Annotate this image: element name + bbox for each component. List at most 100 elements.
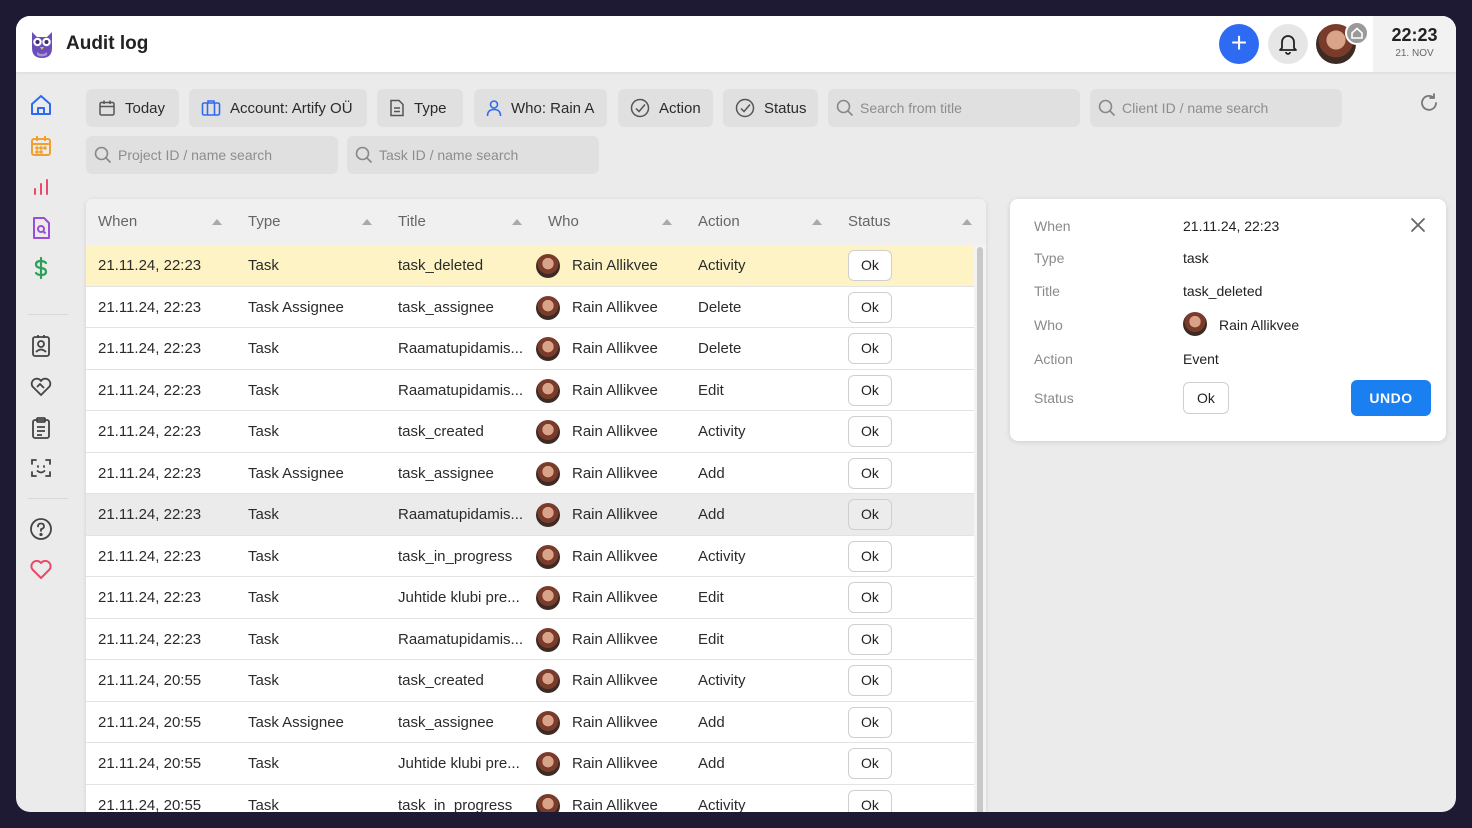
cell-who: Rain Allikvee [572, 630, 658, 648]
cell-title: Raamatupidamis... [398, 381, 524, 399]
status-badge[interactable]: Ok [848, 540, 892, 572]
avatar [536, 586, 560, 610]
status-badge[interactable]: Ok [848, 789, 892, 812]
project-search[interactable] [86, 136, 338, 174]
contact-card-icon[interactable] [28, 333, 54, 359]
title-search-input[interactable] [860, 100, 1060, 116]
filter-today[interactable]: Today [86, 89, 179, 127]
table-row[interactable]: 21.11.24, 20:55 Task Juhtide klubi pre... R… [86, 743, 974, 785]
status-badge[interactable]: Ok [848, 457, 892, 489]
cell-type: Task [248, 589, 279, 606]
table-scrollbar[interactable] [974, 245, 986, 812]
status-badge[interactable]: Ok [848, 748, 892, 779]
help-icon[interactable] [28, 516, 54, 542]
cell-who: Rain Allikvee [572, 257, 658, 274]
table-row[interactable]: 21.11.24, 22:23 Task Assignee task_assigne… [86, 286, 974, 328]
title-search[interactable] [828, 89, 1080, 127]
table-row[interactable]: 21.11.24, 22:23 Task Raamatupidamis... Rain… [86, 494, 974, 536]
status-badge[interactable]: Ok [848, 291, 892, 323]
dollar-icon[interactable] [28, 255, 54, 281]
refresh-icon[interactable] [1418, 92, 1440, 114]
cell-title: task_assignee [398, 464, 494, 482]
table-row[interactable]: 21.11.24, 22:23 Task task_created Rain Alli… [86, 411, 974, 453]
filter-who-label: Who: Rain A [511, 99, 595, 117]
handshake-heart-icon[interactable] [28, 374, 54, 400]
notifications-button[interactable] [1268, 24, 1308, 64]
task-search-input[interactable] [379, 147, 579, 163]
cell-title: task_in_progress [398, 796, 513, 813]
clipboard-list-icon[interactable] [28, 415, 54, 441]
column-header-action[interactable]: Action [698, 199, 836, 245]
cell-title: task_assignee [398, 298, 494, 316]
table-row[interactable]: 21.11.24, 22:23 Task Raamatupidamis... Rain… [86, 369, 974, 411]
client-search-input[interactable] [1122, 100, 1322, 116]
task-search[interactable] [347, 136, 599, 174]
face-scan-icon[interactable] [28, 455, 54, 481]
filter-status[interactable]: Status [723, 89, 818, 127]
cell-when: 21.11.24, 22:23 [98, 506, 202, 523]
table-row[interactable]: 21.11.24, 22:23 Task Assignee task_assigne… [86, 452, 974, 494]
cell-who: Rain Allikvee [572, 464, 658, 482]
undo-button[interactable]: UNDO [1351, 380, 1431, 416]
status-badge[interactable]: Ok [848, 665, 892, 696]
status-badge[interactable]: Ok [848, 250, 892, 281]
cell-action: Edit [698, 630, 724, 648]
status-badge[interactable]: Ok [848, 333, 892, 364]
column-header-who[interactable]: Who [548, 199, 686, 245]
filter-who[interactable]: Who: Rain A [474, 89, 607, 127]
close-icon[interactable] [1410, 217, 1426, 233]
page-title: Audit log [66, 33, 149, 54]
column-header-type[interactable]: Type [248, 199, 386, 245]
calendar-icon[interactable] [28, 133, 54, 159]
cell-type: Task [248, 672, 279, 689]
status-badge[interactable]: Ok [848, 374, 892, 406]
table-row[interactable]: 21.11.24, 20:55 Task task_in_progress Rain … [86, 784, 974, 813]
client-search[interactable] [1090, 89, 1342, 127]
status-badge[interactable]: Ok [848, 499, 892, 530]
home-badge[interactable] [1345, 21, 1369, 45]
cell-action: Edit [698, 589, 724, 606]
table-row[interactable]: 21.11.24, 22:23 Task Raamatupidamis... Rain… [86, 328, 974, 370]
cell-type: Task [248, 547, 279, 565]
filter-type[interactable]: Type [377, 89, 463, 127]
search-icon [836, 99, 854, 117]
cell-action: Add [698, 464, 725, 482]
owl-logo-icon [32, 32, 52, 58]
cell-action: Delete [698, 298, 742, 316]
cell-when: 21.11.24, 22:23 [98, 423, 202, 440]
column-header-status[interactable]: Status [848, 199, 974, 245]
check-circle-icon [735, 98, 755, 118]
table-row[interactable]: 21.11.24, 22:23 Task task_in_progress Rain … [86, 535, 974, 577]
cell-title: task_created [398, 672, 484, 689]
status-badge[interactable]: Ok [848, 623, 892, 655]
detail-panel: When 21.11.24, 22:23 Type task Title tas… [1010, 199, 1446, 441]
filter-account[interactable]: Account: Artify OÜ [189, 89, 367, 127]
cell-title: Juhtide klubi pre... [398, 589, 520, 606]
cell-type: Task Assignee [248, 298, 344, 316]
table-body: 21.11.24, 22:23 Task task_deleted Rain Alli… [86, 245, 974, 812]
detail-value-action: Event [1183, 351, 1219, 367]
column-header-title[interactable]: Title [398, 199, 536, 245]
filter-action-label: Action [659, 99, 701, 117]
status-badge[interactable]: Ok [848, 706, 892, 738]
column-header-when[interactable]: When [98, 199, 236, 245]
cell-type: Task [248, 340, 279, 357]
document-search-icon[interactable] [28, 215, 54, 241]
status-badge[interactable]: Ok [848, 416, 892, 447]
home-icon[interactable] [28, 92, 54, 118]
project-search-input[interactable] [118, 147, 318, 163]
table-row[interactable]: 21.11.24, 20:55 Task Assignee task_assigne… [86, 701, 974, 743]
scrollbar-thumb[interactable] [977, 247, 983, 812]
cell-action: Activity [698, 796, 746, 813]
detail-value-title: task_deleted [1183, 283, 1263, 299]
chart-bars-icon[interactable] [28, 174, 54, 200]
heart-icon[interactable] [28, 556, 54, 582]
add-button[interactable]: + [1219, 24, 1259, 64]
table-row[interactable]: 21.11.24, 22:23 Task task_deleted Rain Alli… [86, 245, 974, 287]
status-badge[interactable]: Ok [848, 582, 892, 613]
table-row[interactable]: 21.11.24, 22:23 Task Juhtide klubi pre... R… [86, 577, 974, 619]
table-row[interactable]: 21.11.24, 20:55 Task task_created Rain Alli… [86, 660, 974, 702]
filter-action[interactable]: Action [618, 89, 713, 127]
table-row[interactable]: 21.11.24, 22:23 Task Raamatupidamis... Rain… [86, 618, 974, 660]
avatar [536, 752, 560, 776]
